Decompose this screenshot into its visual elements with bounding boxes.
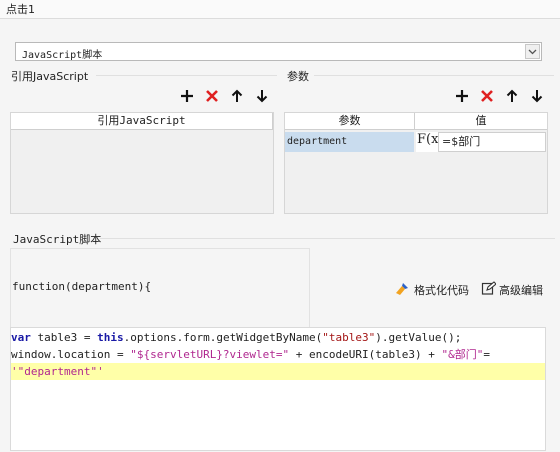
script-type-select[interactable]: JavaScript脚本 (15, 42, 542, 61)
window-title: 点击1 (6, 3, 35, 16)
chevron-down-icon (528, 49, 537, 55)
edit-icon (481, 281, 496, 295)
param-name-header[interactable]: 参数 (285, 113, 415, 130)
references-section-title: 引用JavaScript (11, 70, 89, 83)
params-table: 参数 值 department F(x) =$部门 (284, 112, 548, 214)
script-type-value: JavaScript脚本 (22, 50, 103, 61)
arrow-up-icon[interactable] (504, 88, 520, 104)
references-table: 引用JavaScript (10, 112, 274, 214)
arrow-down-icon[interactable] (529, 88, 545, 104)
delete-x-icon[interactable] (204, 88, 220, 104)
code-line: window.location = "${servletURL}?viewlet… (11, 348, 490, 361)
params-toolbar (454, 88, 546, 106)
format-code-button[interactable]: 格式化代码 (394, 280, 474, 298)
section-divider (314, 75, 554, 76)
params-section-title: 参数 (287, 70, 309, 83)
code-editor[interactable]: var table3 = this.options.form.getWidget… (10, 327, 546, 451)
title-bar: 点击1 (0, 0, 560, 19)
advanced-edit-button[interactable]: 高级编辑 (481, 280, 551, 298)
function-signature: function(department){ (12, 280, 152, 293)
param-value-field[interactable]: =$部门 (438, 132, 546, 152)
formula-button[interactable]: F(x) (416, 132, 444, 152)
section-divider (96, 75, 277, 76)
delete-x-icon[interactable] (479, 88, 495, 104)
plus-icon[interactable] (454, 88, 470, 104)
section-divider (100, 238, 555, 239)
code-line: var table3 = this.options.form.getWidget… (11, 331, 462, 344)
dropdown-button[interactable] (525, 44, 540, 59)
function-signature-box: function(department){ (10, 248, 310, 328)
arrow-up-icon[interactable] (229, 88, 245, 104)
brush-icon (396, 283, 408, 295)
plus-icon[interactable] (179, 88, 195, 104)
format-code-label: 格式化代码 (414, 284, 469, 297)
current-code-line: '"department"' (11, 363, 545, 380)
references-column-header[interactable]: 引用JavaScript (11, 113, 273, 130)
table-row[interactable]: department F(x) =$部门 (285, 132, 547, 152)
param-name-cell[interactable]: department (285, 132, 414, 152)
script-section-title: JavaScript脚本 (13, 233, 102, 246)
arrow-down-icon[interactable] (254, 88, 270, 104)
param-value-header[interactable]: 值 (415, 113, 547, 130)
advanced-edit-label: 高级编辑 (499, 284, 543, 297)
references-toolbar (179, 88, 269, 106)
